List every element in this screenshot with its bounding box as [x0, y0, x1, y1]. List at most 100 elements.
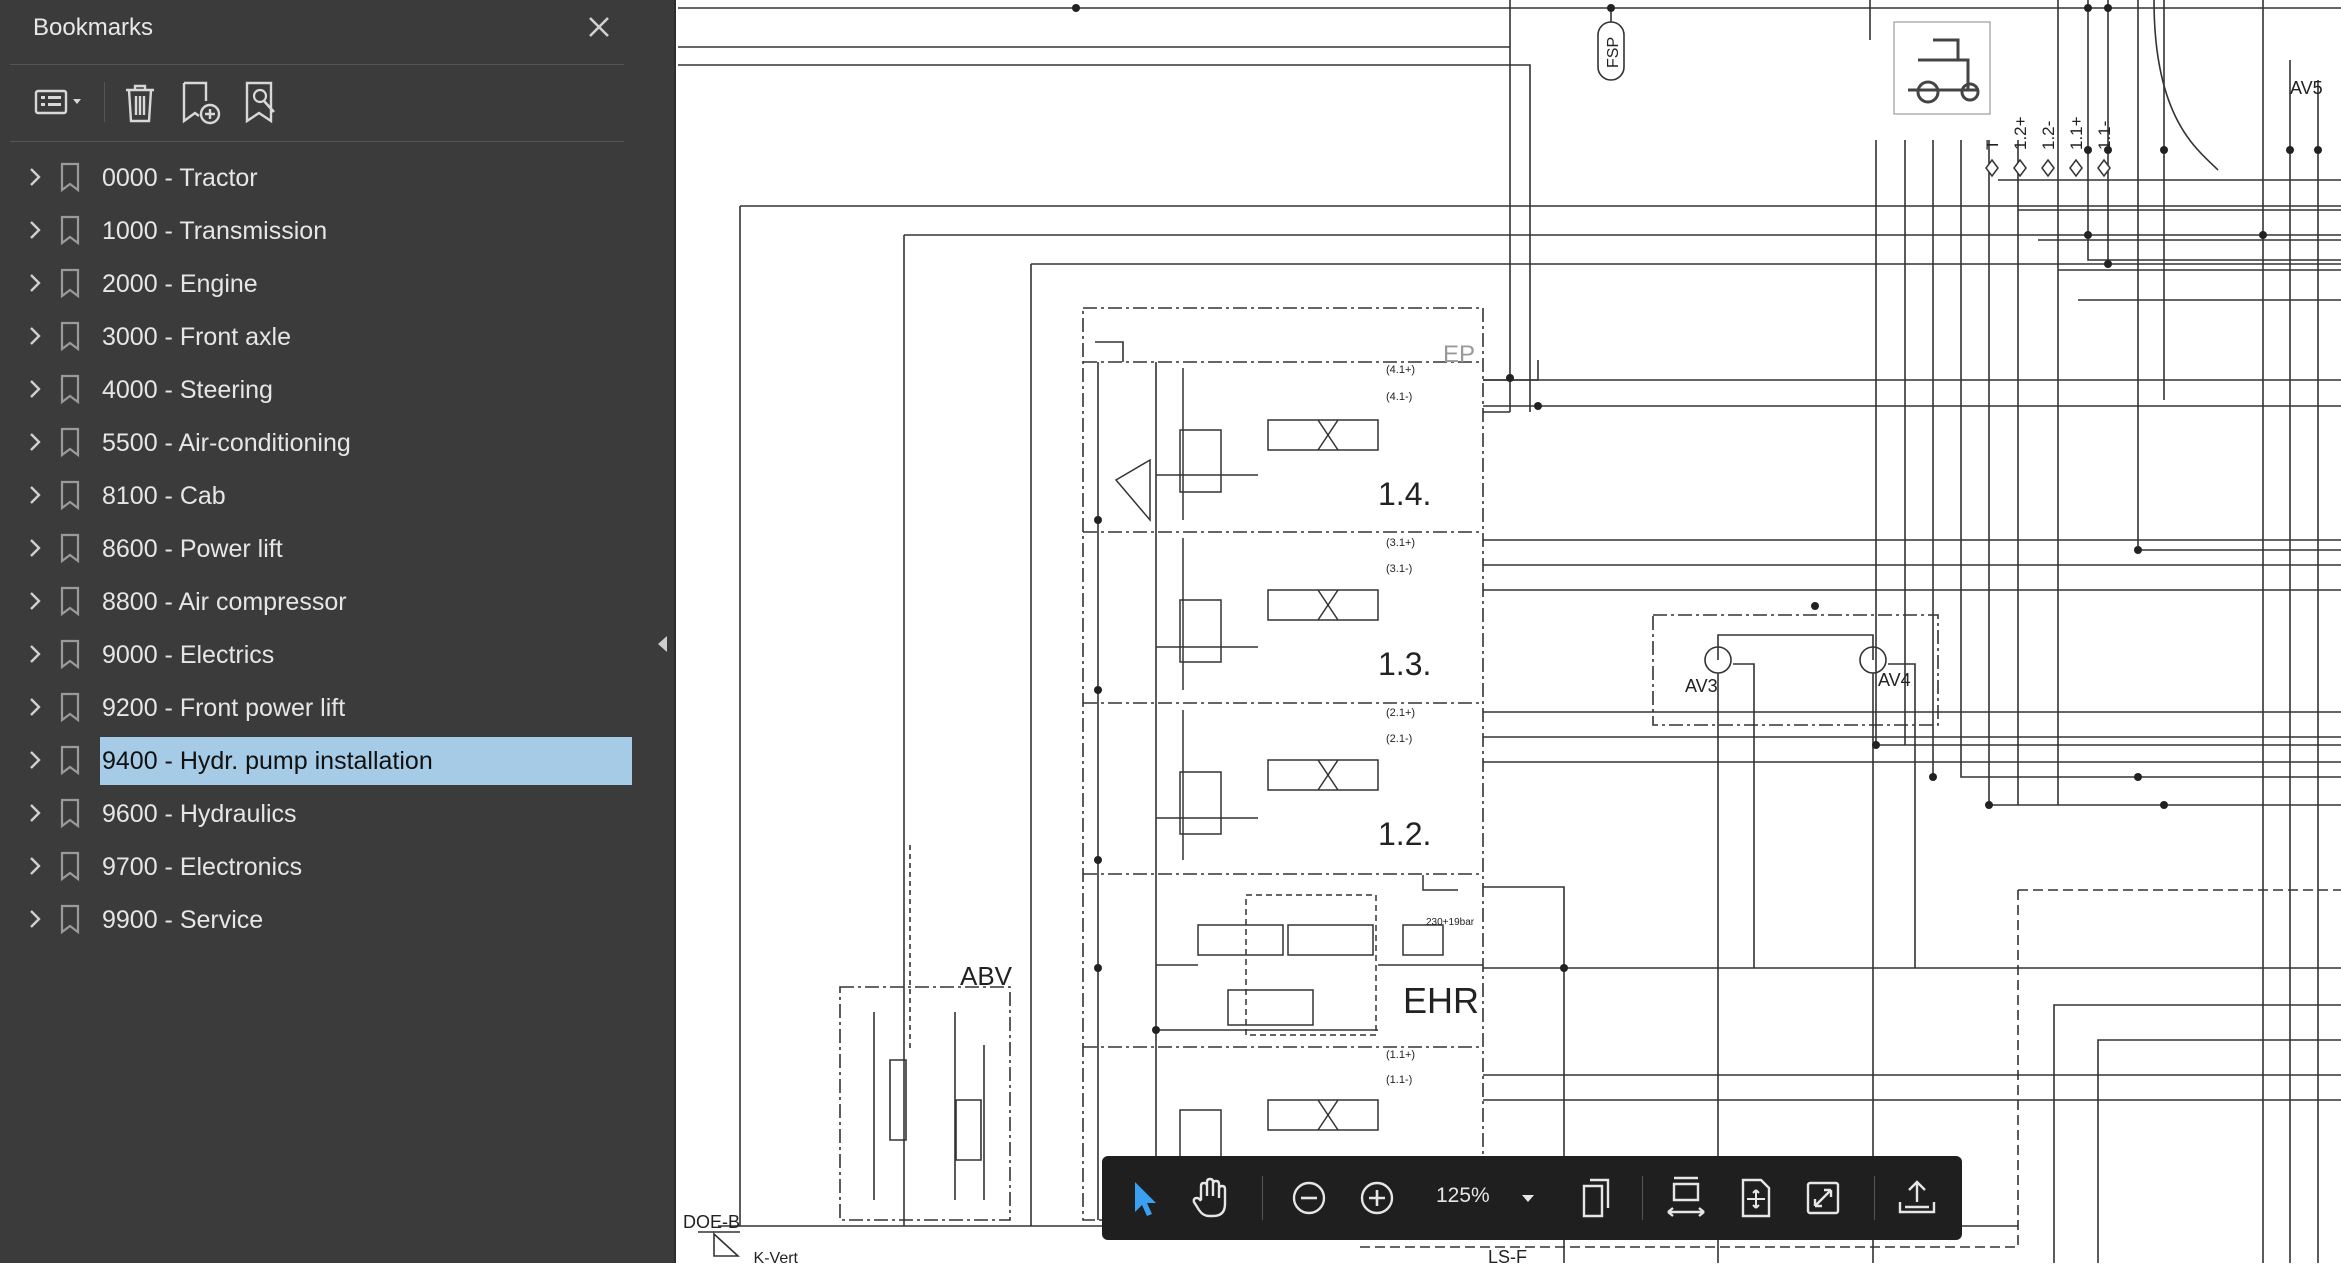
fit-page-button[interactable]	[1724, 1156, 1786, 1240]
chevron-right-icon[interactable]	[26, 695, 44, 719]
chevron-right-icon[interactable]	[26, 536, 44, 560]
bookmark-icon	[58, 903, 82, 935]
fit-width-button[interactable]	[1654, 1156, 1718, 1240]
bookmark-item[interactable]: 4000 - Steering	[0, 363, 676, 416]
bookmark-icon	[58, 638, 82, 670]
bookmark-item[interactable]: 2000 - Engine	[0, 257, 676, 310]
port-label: 1.1+	[2067, 116, 2086, 150]
port-annotation: (2.1+)	[1386, 707, 1415, 719]
bookmark-item[interactable]: 9200 - Front power lift	[0, 681, 676, 734]
port-annotation: (1.1-)	[1386, 1074, 1412, 1086]
ehr-pressure-label: 230+19bar	[1426, 917, 1475, 928]
caret-down-icon	[1522, 1195, 1534, 1202]
chevron-right-icon[interactable]	[26, 907, 44, 931]
zoom-out-icon	[1292, 1181, 1326, 1215]
collapse-panel-handle[interactable]	[654, 630, 672, 658]
bookmark-item[interactable]: 9400 - Hydr. pump installation	[0, 734, 676, 787]
chevron-right-icon[interactable]	[26, 324, 44, 348]
bookmark-list: 0000 - Tractor 1000 - Transmission 2000 - …	[0, 151, 676, 946]
select-tool-button[interactable]	[1114, 1156, 1174, 1240]
list-options-icon	[34, 89, 81, 115]
bookmark-label: 3000 - Front axle	[102, 323, 291, 351]
chevron-right-icon[interactable]	[26, 430, 44, 454]
bookmark-item[interactable]: 9000 - Electrics	[0, 628, 676, 681]
hydraulic-schematic: FSP T 1.2+ 1.2- 1.1+ 1.1- EP 1.4. 1.3. 1…	[678, 0, 2341, 1267]
bookmark-item[interactable]: 8600 - Power lift	[0, 522, 676, 575]
port-annotation: (3.1+)	[1386, 537, 1415, 549]
hand-icon	[1192, 1177, 1227, 1218]
close-button[interactable]	[584, 12, 614, 42]
bookmark-label: 8800 - Air compressor	[102, 588, 347, 616]
bookmark-label: 4000 - Steering	[102, 376, 273, 404]
chevron-right-icon[interactable]	[26, 377, 44, 401]
chevron-right-icon[interactable]	[26, 854, 44, 878]
trash-icon	[126, 84, 154, 123]
bookmarks-header: Bookmarks	[0, 0, 676, 62]
bookmark-label: 9900 - Service	[102, 906, 264, 934]
fsp-label: FSP	[1605, 37, 1622, 68]
valve-label-1-4: 1.4.	[1378, 476, 1431, 512]
find-bookmark-button[interactable]	[234, 70, 290, 136]
bookmark-item[interactable]: 8800 - Air compressor	[0, 575, 676, 628]
bookmark-icon	[58, 479, 82, 511]
chevron-right-icon[interactable]	[26, 271, 44, 295]
bookmark-label: 9400 - Hydr. pump installation	[100, 737, 632, 785]
port-label: 1.1-	[2095, 121, 2114, 150]
zoom-in-button[interactable]	[1348, 1156, 1406, 1240]
bookmark-label: 5500 - Air-conditioning	[102, 429, 351, 457]
zoom-out-button[interactable]	[1280, 1156, 1338, 1240]
document-view[interactable]: FSP T 1.2+ 1.2- 1.1+ 1.1- EP 1.4. 1.3. 1…	[678, 0, 2341, 1267]
port-label: T	[1983, 140, 2002, 150]
share-button[interactable]	[1886, 1156, 1948, 1240]
bookmark-item[interactable]: 5500 - Air-conditioning	[0, 416, 676, 469]
bookmark-icon	[58, 585, 82, 617]
bookmark-label: 2000 - Engine	[102, 270, 258, 298]
bookmarks-panel: Bookmarks 0000 - Tractor 1000 - Transmis…	[0, 0, 676, 1263]
bookmark-icon	[58, 214, 82, 246]
zoom-dropdown-button[interactable]	[1510, 1156, 1546, 1240]
chevron-right-icon[interactable]	[26, 165, 44, 189]
zoom-level[interactable]: 125%	[1436, 1184, 1490, 1208]
abv-label: ABV	[960, 961, 1013, 991]
toolbar-separator	[1262, 1176, 1263, 1220]
kvert-label: K-Vert	[754, 1250, 799, 1263]
bookmark-icon	[58, 797, 82, 829]
add-bookmark-button[interactable]	[170, 70, 230, 136]
bookmark-item[interactable]: 9600 - Hydraulics	[0, 787, 676, 840]
chevron-right-icon[interactable]	[26, 483, 44, 507]
av4-label: AV4	[1878, 670, 1911, 690]
lsf-label: LS-F	[1488, 1247, 1527, 1263]
port-annotation: (3.1-)	[1386, 563, 1412, 575]
bookmark-item[interactable]: 8100 - Cab	[0, 469, 676, 522]
tractor-thumbnail	[1893, 21, 1991, 115]
bookmark-icon	[58, 426, 82, 458]
valve-label-1-3: 1.3.	[1378, 646, 1431, 682]
port-annotation: (2.1-)	[1386, 733, 1412, 745]
bookmark-item[interactable]: 9900 - Service	[0, 893, 676, 946]
chevron-right-icon[interactable]	[26, 589, 44, 613]
bookmark-item[interactable]: 3000 - Front axle	[0, 310, 676, 363]
hand-tool-button[interactable]	[1180, 1156, 1240, 1240]
upload-tray-icon	[1898, 1180, 1936, 1214]
fullscreen-button[interactable]	[1792, 1156, 1854, 1240]
delete-bookmark-button[interactable]	[114, 70, 166, 136]
bookmark-icon	[58, 161, 82, 193]
options-button[interactable]	[28, 70, 94, 136]
chevron-right-icon[interactable]	[26, 748, 44, 772]
chevron-right-icon[interactable]	[26, 642, 44, 666]
divider	[10, 141, 624, 142]
page-view-button[interactable]	[1566, 1156, 1626, 1240]
bookmark-icon	[58, 267, 82, 299]
fullscreen-icon	[1806, 1181, 1840, 1215]
bookmark-item[interactable]: 1000 - Transmission	[0, 204, 676, 257]
toolbar-separator	[1874, 1176, 1875, 1220]
fit-page-icon	[1741, 1178, 1771, 1218]
bookmark-item[interactable]: 9700 - Electronics	[0, 840, 676, 893]
chevron-right-icon[interactable]	[26, 801, 44, 825]
bookmark-item[interactable]: 0000 - Tractor	[0, 151, 676, 204]
bookmark-icon	[58, 850, 82, 882]
chevron-right-icon[interactable]	[26, 218, 44, 242]
zoom-in-icon	[1360, 1181, 1394, 1215]
add-bookmark-icon	[182, 81, 221, 125]
toolbar-separator	[1642, 1176, 1643, 1220]
